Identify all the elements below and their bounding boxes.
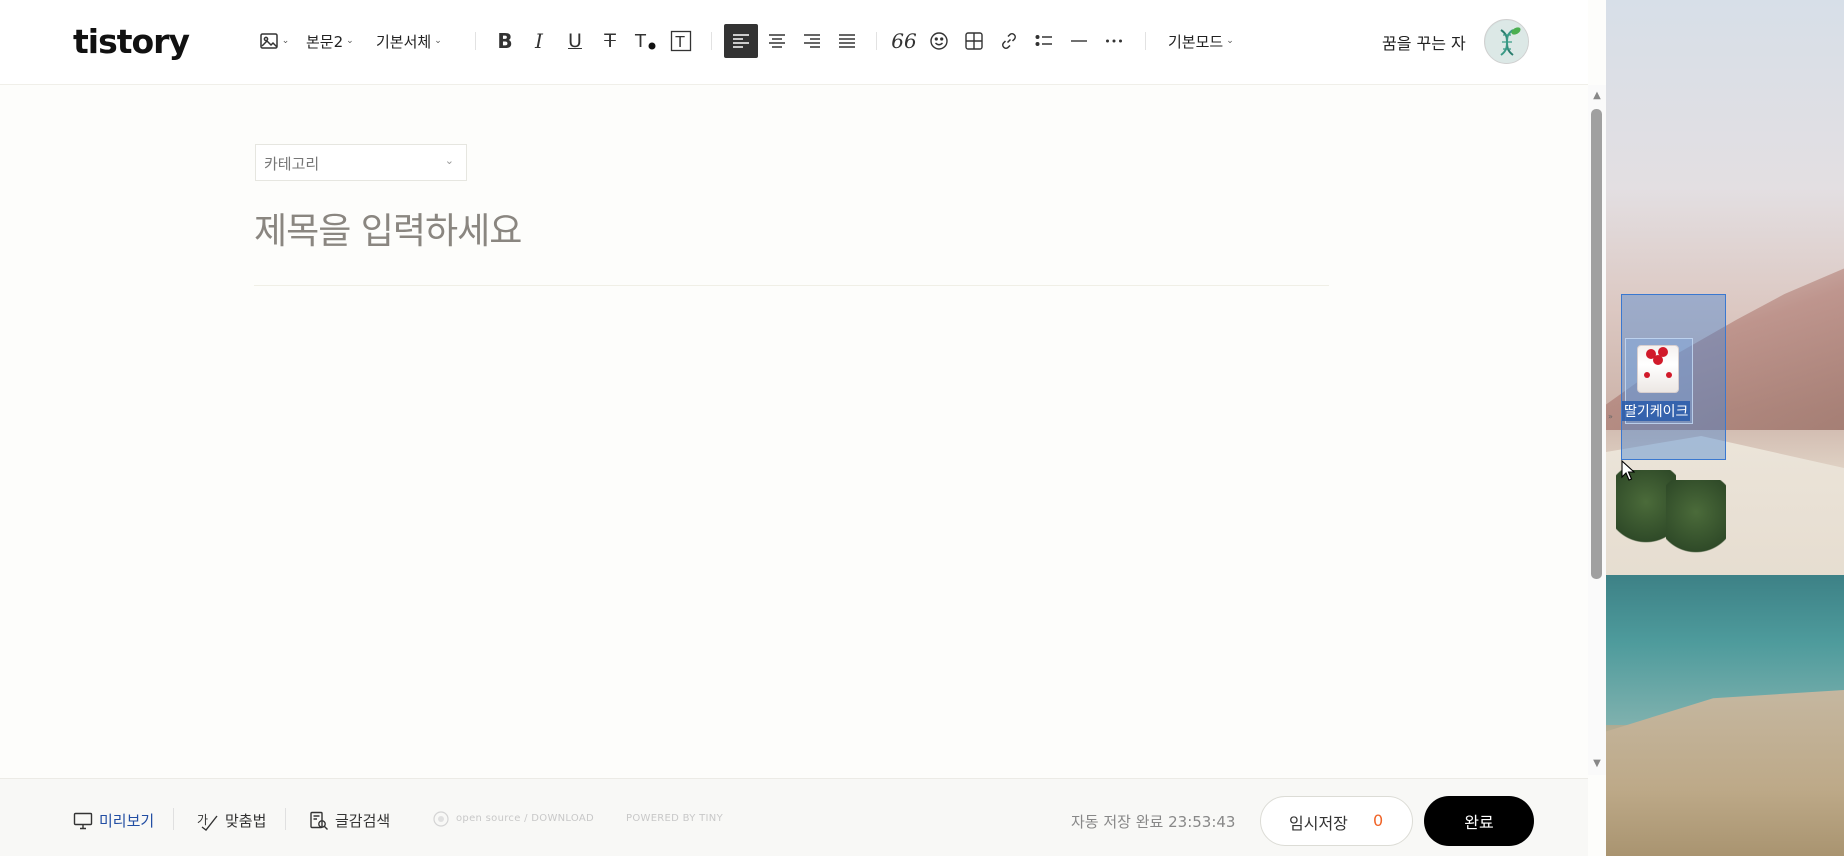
resize-handle-icon: » bbox=[1608, 412, 1613, 421]
align-center-icon bbox=[769, 34, 785, 48]
chevron-down-icon: ⌄ bbox=[281, 36, 290, 46]
emoji-icon bbox=[930, 32, 948, 50]
preview-label: 미리보기 bbox=[99, 812, 155, 830]
strawberry-icon bbox=[1666, 372, 1672, 378]
bottom-divider bbox=[285, 808, 286, 830]
bottom-divider bbox=[173, 808, 174, 830]
toolbar-divider bbox=[475, 32, 476, 50]
user-name[interactable]: 꿈을 꾸는 자 bbox=[1382, 30, 1466, 54]
text-color-icon: T bbox=[634, 31, 656, 52]
preview-button[interactable]: 미리보기 bbox=[73, 810, 154, 831]
strawberry-icon bbox=[1653, 355, 1663, 365]
list-icon bbox=[1035, 34, 1052, 46]
table-button[interactable] bbox=[958, 24, 990, 58]
link-button[interactable] bbox=[993, 24, 1025, 58]
chevron-down-icon: ⌄ bbox=[1226, 36, 1234, 46]
text-background-icon: T bbox=[670, 30, 692, 52]
image-icon bbox=[259, 33, 278, 49]
autosave-status: 자동 저장 완료 23:53:43 bbox=[1071, 813, 1236, 831]
table-icon bbox=[965, 32, 983, 50]
underline-button[interactable]: U bbox=[560, 24, 590, 58]
text-background-button[interactable]: T bbox=[666, 24, 696, 58]
more-options-button[interactable] bbox=[1098, 24, 1130, 58]
toolbar-divider bbox=[1145, 32, 1146, 50]
underline-icon: U bbox=[568, 30, 582, 52]
powered-by-tiny[interactable]: POWERED BY TINY bbox=[626, 813, 723, 824]
draft-count-badge: 0 bbox=[1373, 811, 1384, 830]
align-justify-icon bbox=[839, 34, 855, 48]
bold-button[interactable]: B bbox=[490, 24, 520, 58]
align-left-button[interactable] bbox=[724, 24, 758, 58]
emoji-button[interactable] bbox=[923, 24, 955, 58]
save-draft-button[interactable]: 임시저장 0 bbox=[1260, 796, 1413, 846]
browser-viewport: tistory ⌄ 본문2 ⌄ 기본서체 ⌄ B I U T T T 66 기본… bbox=[0, 0, 1606, 856]
spelling-button[interactable]: 가 맞춤법 bbox=[197, 810, 266, 831]
svg-text:T: T bbox=[675, 33, 686, 51]
bold-icon: B bbox=[497, 29, 513, 53]
align-justify-button[interactable] bbox=[830, 24, 864, 58]
scroll-up-arrow-icon[interactable]: ▲ bbox=[1591, 90, 1603, 102]
mouse-cursor-icon bbox=[1621, 460, 1635, 481]
toolbar-divider bbox=[711, 32, 712, 50]
italic-icon: I bbox=[535, 29, 543, 53]
save-draft-label: 임시저장 bbox=[1289, 814, 1348, 833]
strawberry-icon bbox=[1644, 372, 1650, 378]
quote-icon: 66 bbox=[891, 29, 917, 53]
scrollbar-thumb[interactable] bbox=[1591, 109, 1602, 579]
tiny-logo-icon bbox=[433, 811, 449, 827]
align-left-icon bbox=[733, 34, 749, 48]
divider-icon bbox=[1071, 40, 1087, 42]
align-right-button[interactable] bbox=[795, 24, 829, 58]
material-search-button[interactable]: 글감검색 bbox=[309, 810, 390, 831]
text-color-button[interactable]: T bbox=[630, 24, 660, 58]
title-input[interactable]: 제목을 입력하세요 bbox=[254, 202, 522, 254]
tistory-logo[interactable]: tistory bbox=[73, 22, 190, 61]
more-icon bbox=[1106, 39, 1122, 43]
material-search-label: 글감검색 bbox=[335, 812, 391, 830]
document-search-icon bbox=[310, 811, 328, 830]
italic-button[interactable]: I bbox=[524, 24, 554, 58]
desktop-background: 딸기케이크 bbox=[1606, 0, 1844, 856]
chevron-down-icon: ⌄ bbox=[444, 154, 454, 167]
tree-wallpaper bbox=[1666, 480, 1726, 560]
dna-icon bbox=[1485, 20, 1528, 63]
avatar[interactable] bbox=[1484, 19, 1529, 64]
font-family-dropdown[interactable]: 기본서체 ⌄ bbox=[376, 24, 442, 58]
svg-text:가: 가 bbox=[197, 813, 208, 827]
divider-button[interactable] bbox=[1063, 24, 1095, 58]
strikethrough-button[interactable]: T bbox=[595, 24, 625, 58]
strikethrough-icon: T bbox=[604, 30, 616, 52]
editor-toolbar: tistory ⌄ 본문2 ⌄ 기본서체 ⌄ B I U T T T 66 기본… bbox=[0, 0, 1588, 85]
monitor-icon bbox=[73, 812, 93, 829]
svg-text:T: T bbox=[634, 31, 647, 52]
strawberry-cake-thumbnail-icon[interactable] bbox=[1637, 345, 1679, 393]
paragraph-style-dropdown[interactable]: 본문2 ⌄ bbox=[306, 24, 354, 58]
category-select[interactable]: 카테고리 ⌄ bbox=[255, 144, 467, 181]
vertical-scrollbar[interactable]: ▲ ▼ bbox=[1588, 85, 1606, 775]
spelling-label: 맞춤법 bbox=[225, 812, 267, 830]
publish-button[interactable]: 완료 bbox=[1424, 796, 1534, 846]
quote-button[interactable]: 66 bbox=[888, 24, 920, 58]
category-placeholder: 카테고리 bbox=[264, 155, 320, 173]
chevron-down-icon: ⌄ bbox=[434, 36, 442, 46]
open-source-link[interactable]: open source / DOWNLOAD bbox=[456, 813, 594, 824]
align-center-button[interactable] bbox=[760, 24, 794, 58]
font-family-label: 기본서체 bbox=[376, 32, 432, 51]
link-icon bbox=[1002, 33, 1016, 49]
toolbar-divider bbox=[876, 32, 877, 50]
title-divider bbox=[254, 285, 1329, 286]
editor-mode-dropdown[interactable]: 기본모드 ⌄ bbox=[1168, 24, 1234, 58]
spell-check-icon: 가 bbox=[197, 813, 218, 831]
paragraph-style-label: 본문2 bbox=[306, 32, 344, 51]
align-right-icon bbox=[804, 34, 820, 48]
insert-image-button[interactable]: ⌄ bbox=[256, 24, 292, 58]
editor-mode-label: 기본모드 bbox=[1168, 32, 1224, 51]
desktop-file-label[interactable]: 딸기케이크 bbox=[1622, 401, 1691, 421]
scroll-down-arrow-icon[interactable]: ▼ bbox=[1591, 758, 1603, 770]
chevron-down-icon: ⌄ bbox=[346, 36, 354, 46]
list-button[interactable] bbox=[1028, 24, 1060, 58]
